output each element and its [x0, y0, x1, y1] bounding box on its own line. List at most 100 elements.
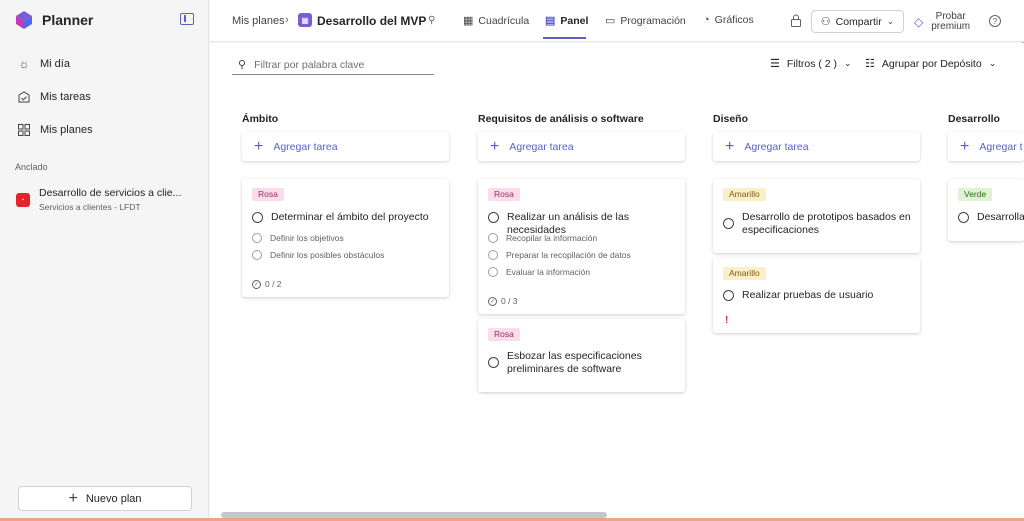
subtask-item[interactable]: Recopilar la información	[488, 233, 597, 243]
label-badge: Verde	[958, 188, 993, 201]
task-card[interactable]: Rosa Realizar un análisis de las necesid…	[478, 179, 685, 314]
chevron-down-icon: ⌄	[844, 58, 852, 68]
plan-board-icon: ▦	[298, 13, 312, 27]
horizontal-scrollbar[interactable]	[221, 512, 607, 518]
important-priority-icon: !	[725, 315, 729, 326]
tab-programacion[interactable]: ▭ Programación	[605, 14, 686, 28]
add-task-button[interactable]: + Agregar tarea	[713, 132, 920, 161]
chevron-down-icon: ⌄	[886, 16, 895, 26]
subtask-checkbox[interactable]	[252, 233, 262, 243]
column-title[interactable]: Requisitos de análisis o software	[478, 113, 644, 125]
task-title: Esbozar las especificaciones preliminare…	[507, 350, 642, 375]
new-plan-button[interactable]: + Nuevo plan	[18, 486, 192, 511]
new-plan-label: Nuevo plan	[85, 492, 142, 505]
task-card[interactable]: Verde Desarrolla	[948, 179, 1024, 241]
complete-task-checkbox[interactable]	[488, 357, 499, 368]
subtask-checkbox[interactable]	[252, 250, 262, 260]
header: Mis planes › ▦ Desarrollo del MVP ⚲ ▦ Cu…	[210, 0, 1024, 42]
sidebar: Planner ☼ Mi día Mis tareas Mis planes A…	[0, 0, 209, 518]
tab-graficos[interactable]: ◔ Gráficos	[703, 14, 754, 26]
pinned-plan-subtitle: Servicios a clientes - LFDT	[39, 202, 141, 212]
tab-label: Gráficos	[714, 14, 754, 26]
nav-label: Mi día	[40, 58, 70, 70]
subtask-checkbox[interactable]	[488, 250, 498, 260]
share-button[interactable]: ⚇ Compartir ⌄	[811, 10, 904, 33]
nav-label: Mis planes	[40, 124, 93, 136]
subtask-label: Recopilar la información	[506, 233, 598, 243]
sun-icon: ☼	[18, 57, 30, 71]
add-task-label: Agregar t	[979, 140, 1023, 153]
pin-icon[interactable]: ⚲	[428, 15, 435, 26]
try-premium-button[interactable]: ◇ Probar premium	[914, 12, 970, 32]
active-tab-indicator	[543, 37, 586, 39]
add-task-button[interactable]: + Agregar t	[948, 132, 1024, 161]
subtask-item[interactable]: Preparar la recopilación de datos	[488, 250, 631, 260]
label-badge: Rosa	[252, 188, 284, 201]
plus-icon: +	[490, 137, 500, 155]
checklist-icon: ✓	[252, 279, 261, 289]
add-task-button[interactable]: + Agregar tarea	[478, 132, 685, 161]
lock-icon[interactable]	[790, 14, 802, 27]
group-by-button[interactable]: ☷ Agrupar por Depósito ⌄	[865, 57, 996, 71]
subtask-checkbox[interactable]	[488, 267, 498, 277]
complete-task-checkbox[interactable]	[252, 212, 263, 223]
nav-label: Mis tareas	[40, 91, 91, 103]
brand[interactable]: Planner	[14, 10, 93, 30]
task-title: Realizar pruebas de usuario	[742, 289, 874, 301]
filters-button[interactable]: ☰ Filtros ( 2 ) ⌄	[770, 57, 852, 71]
plan-icon: ▪	[16, 193, 30, 207]
nav-item-mis-planes[interactable]: Mis planes	[18, 124, 93, 136]
nav-item-mi-dia[interactable]: ☼ Mi día	[18, 57, 70, 71]
complete-task-checkbox[interactable]	[958, 212, 969, 223]
tab-cuadricula[interactable]: ▦ Cuadrícula	[463, 14, 530, 28]
group-list-icon: ☷	[865, 58, 875, 70]
add-task-label: Agregar tarea	[744, 140, 809, 153]
tab-label: Cuadrícula	[478, 14, 530, 27]
task-card[interactable]: Rosa Determinar el ámbito del proyecto D…	[242, 179, 449, 297]
board-view-icon: ▤	[545, 15, 556, 27]
subtask-item[interactable]: Definir los objetivos	[252, 233, 344, 243]
search-icon: ⚲	[238, 59, 247, 71]
pinned-plan-item[interactable]: ▪ Desarrollo de servicios a clie... Serv…	[16, 187, 181, 212]
nav-item-mis-tareas[interactable]: Mis tareas	[18, 91, 91, 103]
diamond-icon: ◇	[914, 15, 924, 29]
breadcrumb-my-plans[interactable]: Mis planes	[232, 15, 285, 27]
subtask-label: Definir los objetivos	[270, 233, 344, 243]
chevron-right-icon: ›	[285, 14, 289, 26]
task-title: Desarrollo de prototipos basados en espe…	[742, 211, 911, 236]
keyword-filter-input[interactable]: ⚲ Filtrar por palabra clave	[232, 55, 434, 75]
checklist-progress: ✓ 0 / 2	[252, 279, 282, 289]
tab-panel[interactable]: ▤ Panel	[545, 14, 588, 28]
task-title: Desarrolla	[977, 211, 1024, 223]
add-task-button[interactable]: + Agregar tarea	[242, 132, 449, 161]
subtask-label: Preparar la recopilación de datos	[506, 250, 631, 260]
complete-task-checkbox[interactable]	[723, 290, 734, 301]
group-label: Agrupar por Depósito	[881, 57, 982, 70]
progress-text: 0 / 2	[265, 279, 282, 289]
column-title[interactable]: Desarrollo	[948, 113, 1000, 125]
label-badge: Amarillo	[723, 188, 766, 201]
subtask-item[interactable]: Evaluar la información	[488, 267, 590, 277]
subtask-checkbox[interactable]	[488, 233, 498, 243]
task-card[interactable]: Rosa Esbozar las especificaciones prelim…	[478, 319, 685, 392]
label-badge: Rosa	[488, 188, 520, 201]
complete-task-checkbox[interactable]	[488, 212, 499, 223]
collapse-sidebar-icon[interactable]	[180, 13, 194, 25]
task-card[interactable]: Amarillo Realizar pruebas de usuario !	[713, 258, 920, 333]
subtask-label: Definir los posibles obstáculos	[270, 250, 385, 260]
pinned-plan-title: Desarrollo de servicios a clie...	[39, 187, 182, 199]
subtask-item[interactable]: Definir los posibles obstáculos	[252, 250, 384, 260]
progress-text: 0 / 3	[501, 296, 518, 306]
column-title[interactable]: Diseño	[713, 113, 748, 125]
add-task-label: Agregar tarea	[273, 140, 338, 153]
tasks-icon	[18, 91, 30, 103]
task-card[interactable]: Amarillo Desarrollo de prototipos basado…	[713, 179, 920, 253]
plus-icon: +	[254, 137, 264, 155]
complete-task-checkbox[interactable]	[723, 218, 734, 229]
column-title[interactable]: Ámbito	[242, 113, 278, 125]
help-icon[interactable]: ?	[989, 15, 1001, 27]
plus-icon: +	[725, 137, 735, 155]
label-badge: Rosa	[488, 328, 520, 341]
plan-title[interactable]: Desarrollo del MVP	[317, 14, 426, 28]
checklist-icon: ✓	[488, 296, 497, 306]
